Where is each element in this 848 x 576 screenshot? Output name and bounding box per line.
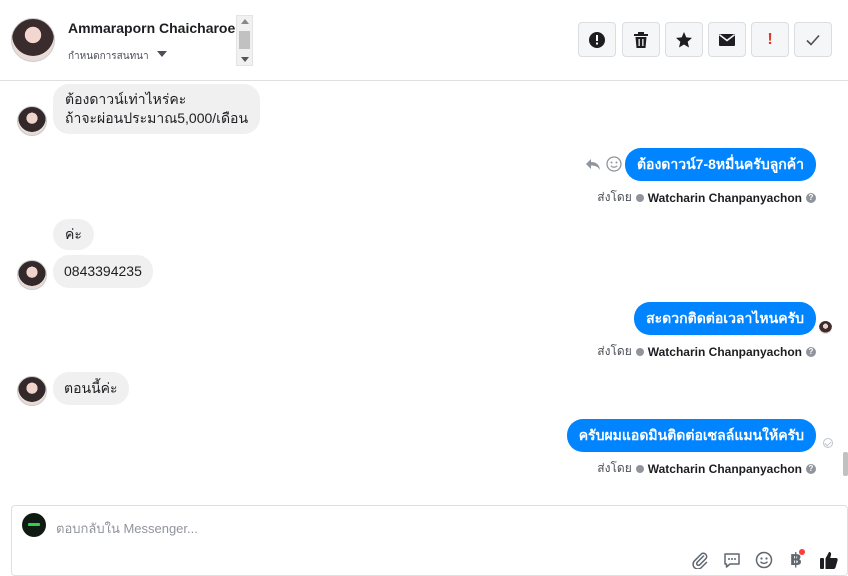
scroll-down-arrow-icon[interactable] xyxy=(241,57,249,62)
emoji-icon[interactable] xyxy=(753,549,775,571)
gear-icon xyxy=(635,347,644,356)
outgoing-message[interactable]: สะดวกติดต่อเวลาไหนครับ xyxy=(634,302,816,335)
baht-payment-icon[interactable]: ฿ xyxy=(785,549,807,571)
conversation-status-dropdown[interactable]: กำหนดการสนทนา xyxy=(68,49,149,64)
mark-unread-button[interactable] xyxy=(708,22,746,57)
scrollbar-thumb[interactable] xyxy=(239,31,250,49)
help-icon[interactable]: ? xyxy=(806,192,816,203)
message-line: ต้องดาวน์เท่าไหร่คะ xyxy=(65,91,187,107)
message-thread[interactable]: ต้องดาวน์เท่าไหร่คะ ถ้าจะผ่อนประมาณ5,000… xyxy=(0,82,848,502)
notification-dot xyxy=(799,549,805,555)
incoming-message[interactable]: ตอนนี้ค่ะ xyxy=(53,372,129,405)
sent-by-label: ส่งโดย xyxy=(597,190,632,204)
conversation-header: Ammaraporn Chaicharoen กำหนดการสนทนา ! xyxy=(0,0,848,81)
thread-scrollbar-thumb[interactable] xyxy=(843,452,848,476)
incoming-message[interactable]: 0843394235 xyxy=(53,255,153,288)
help-icon[interactable]: ? xyxy=(806,463,816,474)
outgoing-message[interactable]: ครับผมแอดมินติดต่อเซลล์แมนให้ครับ xyxy=(566,419,816,452)
sent-by-line: ส่งโดย Watcharin Chanpanyachon ? xyxy=(597,459,816,478)
sent-by-line: ส่งโดย Watcharin Chanpanyachon ? xyxy=(597,342,816,361)
contact-avatar[interactable] xyxy=(11,18,55,62)
contact-name[interactable]: Ammaraporn Chaicharoen xyxy=(68,20,244,36)
sent-by-label: ส่งโดย xyxy=(597,344,632,358)
incoming-message[interactable]: ค่ะ xyxy=(53,219,94,250)
sent-by-label: ส่งโดย xyxy=(597,461,632,475)
customer-avatar xyxy=(17,376,47,406)
customer-avatar xyxy=(17,260,47,290)
mark-spam-button[interactable] xyxy=(578,22,616,57)
agent-name[interactable]: Watcharin Chanpanyachon xyxy=(648,191,802,205)
check-icon xyxy=(806,34,820,46)
delete-button[interactable] xyxy=(622,22,660,57)
agent-name[interactable]: Watcharin Chanpanyachon xyxy=(648,345,802,359)
gear-icon xyxy=(635,464,644,473)
agent-name[interactable]: Watcharin Chanpanyachon xyxy=(648,462,802,476)
header-scrollbar[interactable] xyxy=(236,15,253,66)
seen-avatar xyxy=(819,321,832,334)
important-icon: ! xyxy=(767,30,773,48)
react-emoji-icon[interactable] xyxy=(606,156,622,177)
gear-icon xyxy=(635,193,644,202)
outgoing-message[interactable]: ต้องดาวน์7-8หมื่นครับลูกค้า xyxy=(624,148,816,181)
help-icon[interactable]: ? xyxy=(806,346,816,357)
scroll-up-arrow-icon[interactable] xyxy=(241,19,249,24)
mark-done-button[interactable] xyxy=(794,22,832,57)
incoming-message[interactable]: ต้องดาวน์เท่าไหร่คะ ถ้าจะผ่อนประมาณ5,000… xyxy=(53,84,261,134)
trash-icon xyxy=(634,31,648,48)
saved-replies-icon[interactable] xyxy=(721,549,743,571)
mark-important-button[interactable]: ! xyxy=(751,22,789,57)
message-line: ถ้าจะผ่อนประมาณ5,000/เดือน xyxy=(65,110,249,126)
reply-arrow-icon[interactable] xyxy=(585,156,601,177)
mark-spam-icon xyxy=(589,31,605,48)
caret-down-icon[interactable] xyxy=(157,51,167,57)
like-icon[interactable] xyxy=(818,549,840,571)
page-avatar xyxy=(22,513,46,537)
reply-input[interactable] xyxy=(56,518,696,538)
paperclip-icon[interactable] xyxy=(689,549,711,571)
sent-status-icon xyxy=(823,438,833,448)
star-icon xyxy=(676,31,692,47)
star-button[interactable] xyxy=(665,22,703,57)
sent-by-line: ส่งโดย Watcharin Chanpanyachon ? xyxy=(597,188,816,207)
envelope-icon xyxy=(719,33,735,46)
customer-avatar xyxy=(17,106,47,136)
reply-composer: ฿ xyxy=(11,505,848,576)
